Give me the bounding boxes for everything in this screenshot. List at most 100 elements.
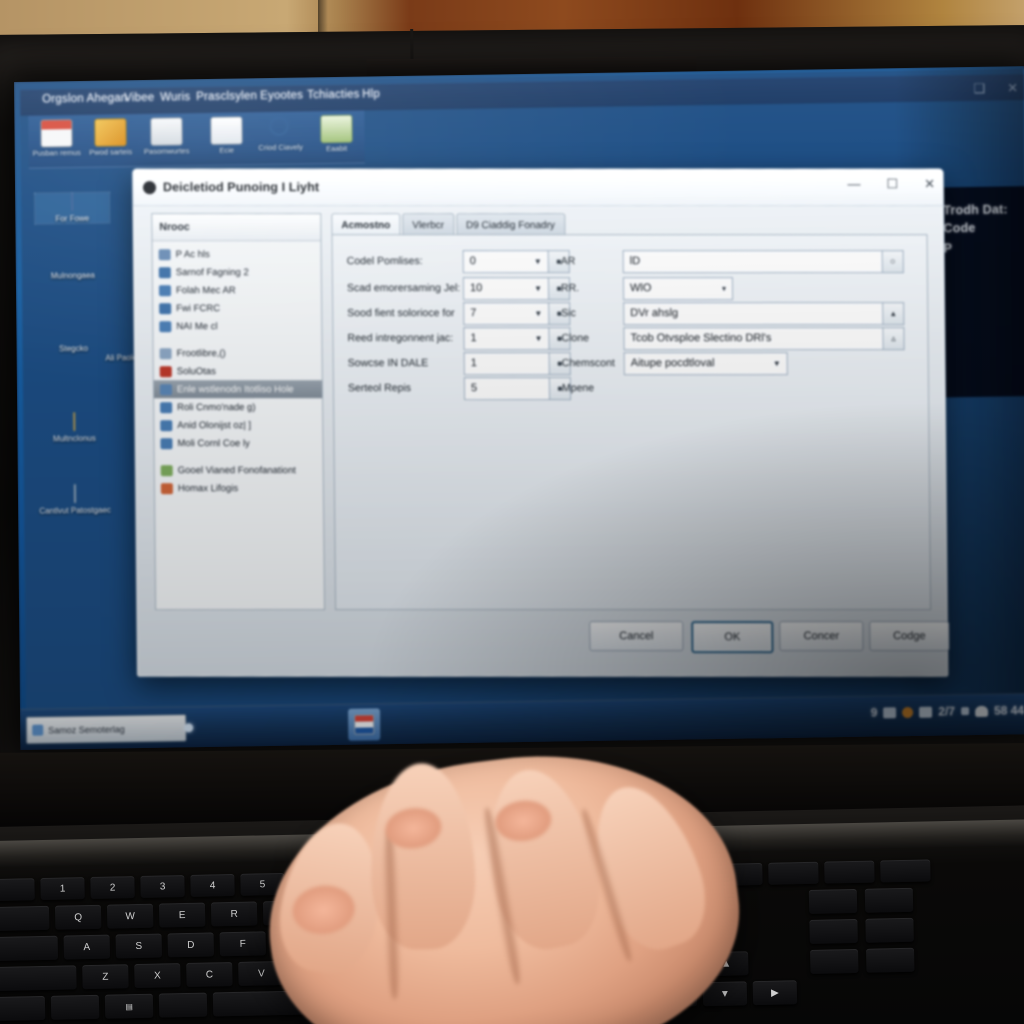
list-item[interactable]: SoluOtas (154, 362, 322, 380)
list-item[interactable]: Homax Lifogis (155, 479, 323, 497)
toolbar-button-4[interactable]: Criod Ciavely (254, 115, 306, 152)
key-1[interactable]: 1 (40, 877, 85, 901)
menu-item-6[interactable]: Hlp (362, 88, 380, 100)
scad-emorersaming-input[interactable]: 10 ▼ (462, 276, 550, 300)
menu-item-5[interactable]: Tchiacties (307, 89, 360, 102)
serteol-repis-input[interactable]: 5 (463, 376, 551, 400)
rr-dropdown[interactable]: WlO ▾ (622, 276, 734, 300)
tray-time[interactable]: 58 44 (994, 703, 1024, 717)
windows-desktop[interactable]: Orgslon Ahegan Vibee Wuris Prasclsylen E… (14, 66, 1024, 750)
key-f[interactable]: F (219, 931, 267, 957)
list-item[interactable]: Fwi FCRC (153, 299, 321, 317)
chevron-down-icon[interactable]: ▼ (534, 309, 542, 318)
tray-date[interactable]: 2/7 (938, 704, 955, 718)
clone-browse-button[interactable]: ▵ (883, 326, 905, 350)
monitor-icon[interactable] (919, 706, 933, 718)
key-extra-2[interactable] (865, 917, 914, 943)
list-item[interactable]: P Ac hls (153, 245, 321, 263)
tab-strip[interactable]: Acmostno Vlerbcr D9 Ciaddig Fonadry (331, 213, 925, 237)
close-icon[interactable]: ✕ (924, 176, 935, 191)
minimize-icon[interactable]: — (847, 176, 860, 191)
sowcse-in-dale-input[interactable]: 1 (463, 351, 550, 375)
list-item[interactable]: Folah Mec AR (153, 281, 321, 299)
key-extra-3[interactable] (810, 948, 859, 974)
chemscont-dropdown[interactable]: Aitupe pocdtloval ▼ (623, 351, 788, 375)
key-r[interactable]: R (210, 901, 258, 927)
menu-item-2[interactable]: Wuris (160, 91, 190, 103)
list-item[interactable]: Moli Cornl Coe ly (154, 434, 322, 452)
tab-d9-ciaddig[interactable]: D9 Ciaddig Fonadry (455, 213, 566, 237)
key-4[interactable]: 4 (190, 873, 235, 897)
chevron-down-icon[interactable]: ▼ (534, 284, 542, 293)
taskbar-item[interactable]: Samoz Semoterlag (26, 714, 187, 744)
desktop-icon-multnclonus[interactable]: Multnclonus (37, 412, 111, 444)
sic-browse-button[interactable]: ▴ (883, 301, 905, 325)
key-s[interactable]: S (115, 933, 163, 959)
key-w[interactable]: W (106, 903, 154, 929)
clone-input[interactable]: Tcob Otvsploe Slectino DRl's (623, 326, 884, 350)
key-q[interactable]: Q (54, 904, 102, 930)
maximize-icon[interactable]: ☐ (886, 176, 898, 191)
dialog-window-controls[interactable]: — ☐ ✕ (847, 176, 935, 191)
key-3[interactable]: 3 (140, 875, 185, 898)
list-item[interactable]: Frootlibre,() (154, 344, 322, 362)
taskbar-mid-button[interactable] (348, 708, 381, 741)
key-delete[interactable] (880, 859, 931, 883)
key-d[interactable]: D (167, 932, 215, 958)
chevron-down-icon[interactable]: ▾ (722, 284, 726, 293)
ok-button[interactable]: OK (691, 621, 774, 654)
list-item[interactable]: Anid Olonijst oz| ] (154, 416, 322, 434)
key-capslock[interactable] (0, 935, 59, 962)
reed-intregonnent-input[interactable]: 1 ▼ (463, 326, 550, 350)
menu-item-3[interactable]: Prasclsylen (196, 90, 257, 103)
warning-icon[interactable] (902, 706, 914, 718)
menu-item-1[interactable]: Vibee (124, 92, 154, 104)
sic-input[interactable]: DVr ahslg (623, 301, 884, 325)
key-x[interactable]: X (134, 963, 181, 989)
list-item[interactable]: Sarnof Fagning 2 (153, 263, 321, 281)
list-item[interactable]: NAI Me cl (153, 317, 321, 335)
key-tab[interactable] (0, 905, 50, 932)
tab-vlerbcr[interactable]: Vlerbcr (402, 213, 455, 237)
key-2[interactable]: 2 (90, 876, 135, 899)
codel-pomlises-input[interactable]: 0 ▼ (462, 249, 549, 273)
list-item-selected[interactable]: Enle wstlenodn Itotliso Hole (153, 380, 323, 399)
toolbar-button-1[interactable]: Pwod sarteis (84, 118, 136, 157)
desktop-icon-for-fowe[interactable]: For Fowe (34, 191, 111, 225)
key-fn[interactable] (50, 994, 100, 1020)
list-item[interactable]: Roli Cnmo'nade g) (154, 398, 322, 416)
key-alt-left[interactable] (158, 992, 208, 1018)
network-icon[interactable] (883, 706, 897, 718)
menu-item-4[interactable]: Eyootes (260, 89, 303, 102)
chevron-down-icon[interactable]: ▼ (535, 334, 543, 343)
key-arrow-right[interactable]: ▶ (752, 980, 798, 1006)
key-ctrl-left[interactable] (0, 995, 46, 1022)
ar-input[interactable]: lD (622, 249, 883, 273)
toolbar-button-3[interactable]: Ecie (200, 116, 252, 155)
menu-bar[interactable]: Orgslon Ahegan Vibee Wuris Prasclsylen E… (20, 74, 1024, 116)
concer-button[interactable]: Concer (779, 621, 864, 652)
item-list-panel[interactable]: Nrooc P Ac hls Sarnof Fagning 2 Folah Me… (151, 213, 326, 611)
key-z[interactable]: Z (82, 964, 129, 990)
key-end[interactable] (768, 861, 819, 885)
key-a[interactable]: A (63, 934, 111, 960)
key-insert[interactable] (824, 860, 875, 884)
sood-fient-input[interactable]: 7 ▼ (463, 301, 550, 325)
key-extra-1[interactable] (809, 918, 858, 944)
menu-item-0[interactable]: Orgslon Ahegan (42, 92, 127, 105)
key-pgdn[interactable] (864, 887, 914, 913)
square-icon[interactable] (961, 707, 970, 716)
key-pgup[interactable] (808, 888, 858, 914)
desktop-icon-mulnongaea[interactable]: Mulnongaea (36, 268, 110, 281)
chevron-down-icon[interactable]: ▼ (773, 359, 781, 368)
cancel-button[interactable]: Cancel (589, 621, 684, 652)
key-tilde[interactable] (0, 878, 35, 902)
chevron-down-icon[interactable]: ▼ (534, 257, 542, 266)
key-extra-4[interactable] (866, 947, 915, 973)
key-e[interactable]: E (158, 902, 206, 928)
ar-action-button[interactable]: ○ (882, 249, 904, 273)
taskbar-indicator-icon[interactable] (184, 723, 194, 733)
toolbar-button-5[interactable]: Eaabit (310, 114, 362, 154)
key-shift-left[interactable] (0, 965, 77, 992)
toolbar-button-2[interactable]: Pasomwurtes (140, 117, 192, 156)
